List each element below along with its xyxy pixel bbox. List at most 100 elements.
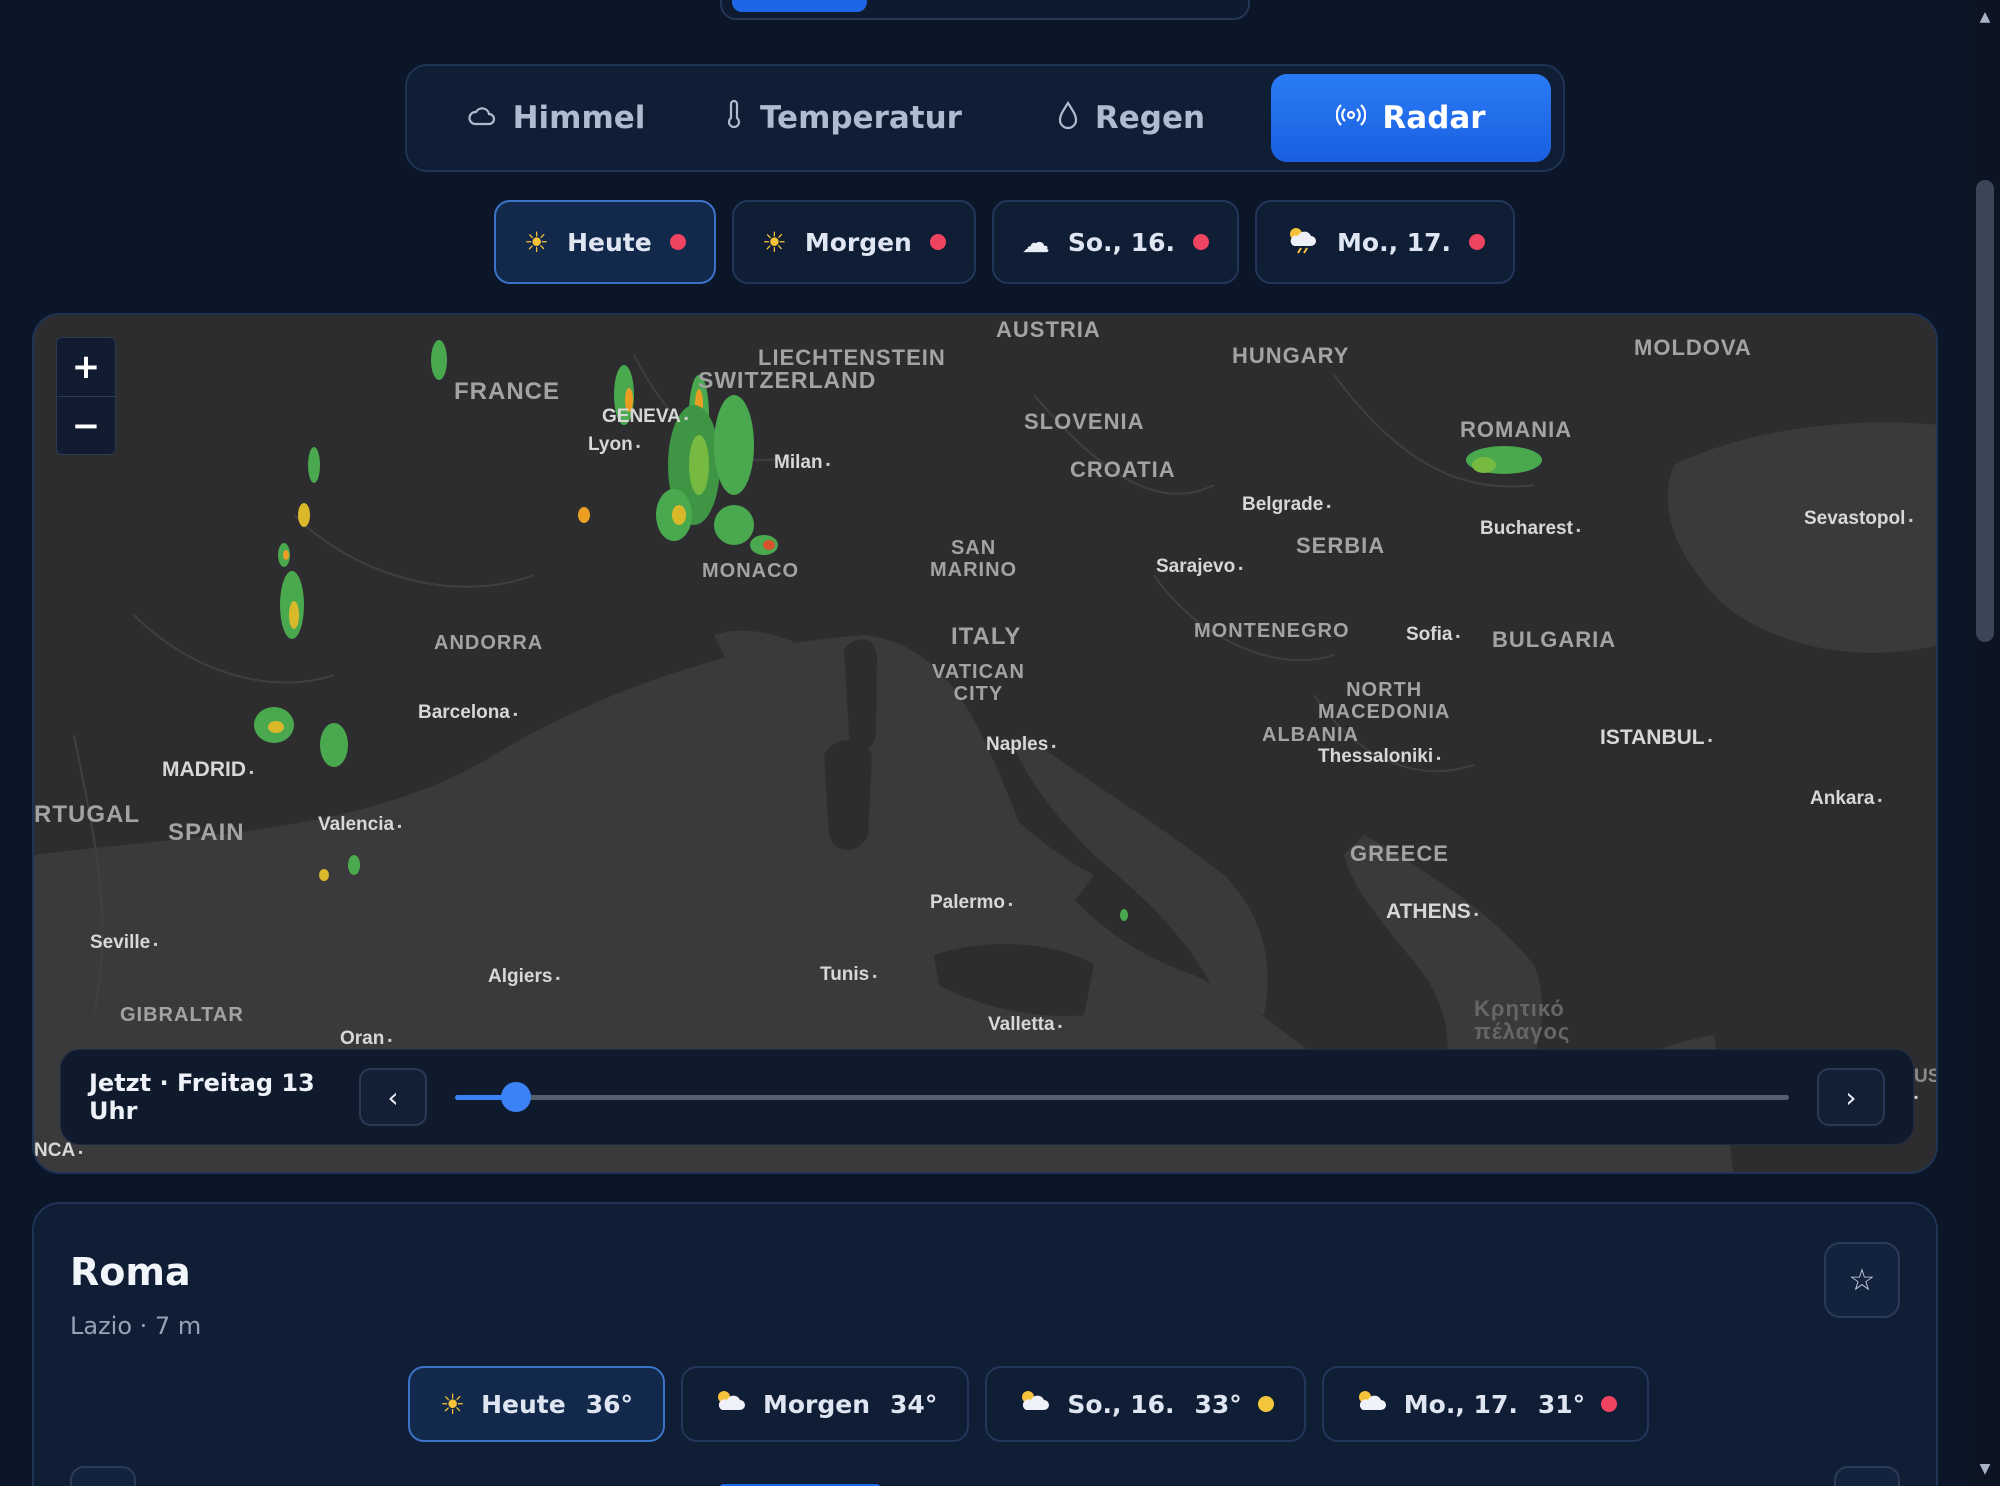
tab-temperatur[interactable]: Temperatur xyxy=(695,74,991,162)
city-label-valencia: Valencia xyxy=(318,815,402,834)
location-subtitle: Lazio · 7 m xyxy=(70,1312,202,1340)
favorite-button[interactable]: ☆ xyxy=(1824,1242,1900,1318)
radar-timeline: Jetzt · Freitag 13 Uhr ‹ › xyxy=(60,1049,1914,1145)
alert-dot xyxy=(1257,1396,1274,1412)
timeline-label: Jetzt · Freitag 13 Uhr xyxy=(89,1069,315,1125)
map-label-portugal: RTUGAL xyxy=(34,801,140,828)
thermometer-icon xyxy=(724,99,744,137)
timeline-next-button[interactable]: › xyxy=(1817,1068,1885,1126)
zoom-control: + − xyxy=(56,337,116,455)
top-partial-panel xyxy=(720,0,1250,20)
tab-regen[interactable]: Regen xyxy=(991,74,1271,162)
map-label-montenegro: MONTENEGRO xyxy=(1194,620,1350,642)
tab-label: Himmel xyxy=(512,100,646,136)
scrollbar-thumb[interactable] xyxy=(1976,180,1994,642)
city-label-valletta: Valletta xyxy=(988,1015,1062,1034)
droplet-icon xyxy=(1057,100,1079,137)
map-label-austria: AUSTRIA xyxy=(996,317,1101,342)
city-label-us: US xyxy=(1914,1067,1936,1105)
map-label-switzerland: SWITZERLAND xyxy=(698,367,877,393)
tab-label: Regen xyxy=(1094,100,1206,136)
alert-dot xyxy=(1601,1396,1618,1412)
map-label-hungary: HUNGARY xyxy=(1232,343,1350,368)
city-label-sevastopol: Sevastopol xyxy=(1804,509,1913,528)
timeline-slider[interactable] xyxy=(455,1082,1789,1112)
day-chip-morgen[interactable]: ☀ Morgen xyxy=(731,200,976,284)
city-label-barcelona: Barcelona xyxy=(418,703,517,722)
city-label-belgrade: Belgrade xyxy=(1242,495,1331,514)
location-name: Roma xyxy=(70,1250,191,1294)
map-label-spain: SPAIN xyxy=(168,819,245,846)
map-label-san-marino: SAN MARINO xyxy=(930,537,1018,581)
day-chip-heute[interactable]: ☀ Heute xyxy=(494,200,716,284)
card-prev-button[interactable] xyxy=(70,1466,136,1486)
map-label-andorra: ANDORRA xyxy=(434,632,544,654)
sun-cloud-icon xyxy=(1017,1388,1051,1421)
city-label-naples: Naples xyxy=(986,735,1056,754)
page-scrollbar[interactable]: ▲ ▼ xyxy=(1970,0,2000,1486)
scroll-up-icon[interactable]: ▲ xyxy=(1970,4,2000,30)
city-label-algiers: Algiers xyxy=(488,967,560,986)
map-label-greece: GREECE xyxy=(1350,841,1449,866)
forecast-chip-temp: 33° xyxy=(1194,1389,1242,1419)
forecast-chip-temp: 31° xyxy=(1537,1389,1586,1419)
scroll-down-icon[interactable]: ▼ xyxy=(1970,1456,2000,1482)
forecast-chip-label: Heute xyxy=(481,1389,566,1419)
map-label-albania: ALBANIA xyxy=(1262,724,1359,746)
day-chip-label: So., 16. xyxy=(1067,227,1176,257)
city-label-milan: Milan xyxy=(774,453,830,472)
city-label-sofia: Sofia xyxy=(1406,625,1460,644)
location-card: Roma Lazio · 7 m ☆ ☀ Heute 36° Morgen 34… xyxy=(32,1202,1938,1486)
city-label-geneva: GENEVA xyxy=(602,407,688,426)
timeline-prev-button[interactable]: ‹ xyxy=(359,1068,427,1126)
forecast-chip-label: Mo., 17. xyxy=(1403,1389,1518,1419)
map-label-romania: ROMANIA xyxy=(1460,417,1573,442)
zoom-in-button[interactable]: + xyxy=(57,338,115,396)
map-label-slovenia: SLOVENIA xyxy=(1024,409,1145,434)
radar-icon xyxy=(1336,102,1367,135)
sun-icon: ☀ xyxy=(440,1387,466,1421)
tab-label: Temperatur xyxy=(760,100,962,136)
city-label-athens: ATHENS xyxy=(1386,901,1478,922)
map-label-liechtenstein: LIECHTENSTEIN xyxy=(758,345,946,370)
forecast-chip-heute[interactable]: ☀ Heute 36° xyxy=(408,1366,665,1442)
city-label-istanbul: ISTANBUL xyxy=(1600,727,1712,748)
alert-dot xyxy=(669,234,686,250)
sun-cloud-icon xyxy=(1354,1388,1388,1421)
top-partial-active xyxy=(732,0,867,12)
zoom-out-button[interactable]: − xyxy=(57,396,115,454)
sun-cloud-rain-icon xyxy=(1285,224,1319,261)
tab-label: Radar xyxy=(1382,100,1486,136)
day-chip-so16[interactable]: ☁ So., 16. xyxy=(991,200,1240,284)
map-label-serbia: SERBIA xyxy=(1296,533,1386,558)
city-label-palermo: Palermo xyxy=(930,893,1013,912)
tab-radar[interactable]: Radar xyxy=(1271,74,1551,162)
city-label-tunis: Tunis xyxy=(820,965,877,984)
city-label-bucharest: Bucharest xyxy=(1480,519,1581,538)
view-tabs: Himmel Temperatur Regen Radar xyxy=(405,64,1565,172)
alert-dot xyxy=(1469,234,1486,250)
map-label-gibraltar: GIBRALTAR xyxy=(120,1004,244,1026)
forecast-chip-temp: 36° xyxy=(585,1389,633,1419)
radar-map[interactable]: FRANCE LIECHTENSTEIN SWITZERLAND AUSTRIA… xyxy=(32,313,1938,1174)
card-next-button[interactable] xyxy=(1834,1466,1900,1486)
day-chip-label: Morgen xyxy=(804,227,912,257)
cloud-icon: ☁ xyxy=(1021,225,1050,259)
city-label-ankara: Ankara xyxy=(1810,789,1882,808)
map-label-france: FRANCE xyxy=(454,378,560,405)
city-label-seville: Seville xyxy=(90,933,158,952)
map-label-italy: ITALY xyxy=(951,623,1022,650)
slider-track xyxy=(455,1095,1789,1100)
tab-himmel[interactable]: Himmel xyxy=(417,74,695,162)
map-label-moldova: MOLDOVA xyxy=(1634,335,1752,360)
forecast-chip-label: So., 16. xyxy=(1067,1389,1175,1419)
forecast-chip-so16[interactable]: So., 16. 33° xyxy=(985,1366,1306,1442)
map-label-vatican-city: VATICAN CITY xyxy=(932,661,1025,705)
city-label-lyon: Lyon xyxy=(588,435,640,454)
forecast-chip-morgen[interactable]: Morgen 34° xyxy=(681,1366,970,1442)
day-chip-mo17[interactable]: Mo., 17. xyxy=(1255,200,1516,284)
slider-thumb[interactable] xyxy=(501,1082,532,1112)
city-label-oran: Oran xyxy=(340,1029,392,1048)
sun-cloud-icon xyxy=(713,1388,747,1421)
forecast-chip-mo17[interactable]: Mo., 17. 31° xyxy=(1321,1366,1650,1442)
